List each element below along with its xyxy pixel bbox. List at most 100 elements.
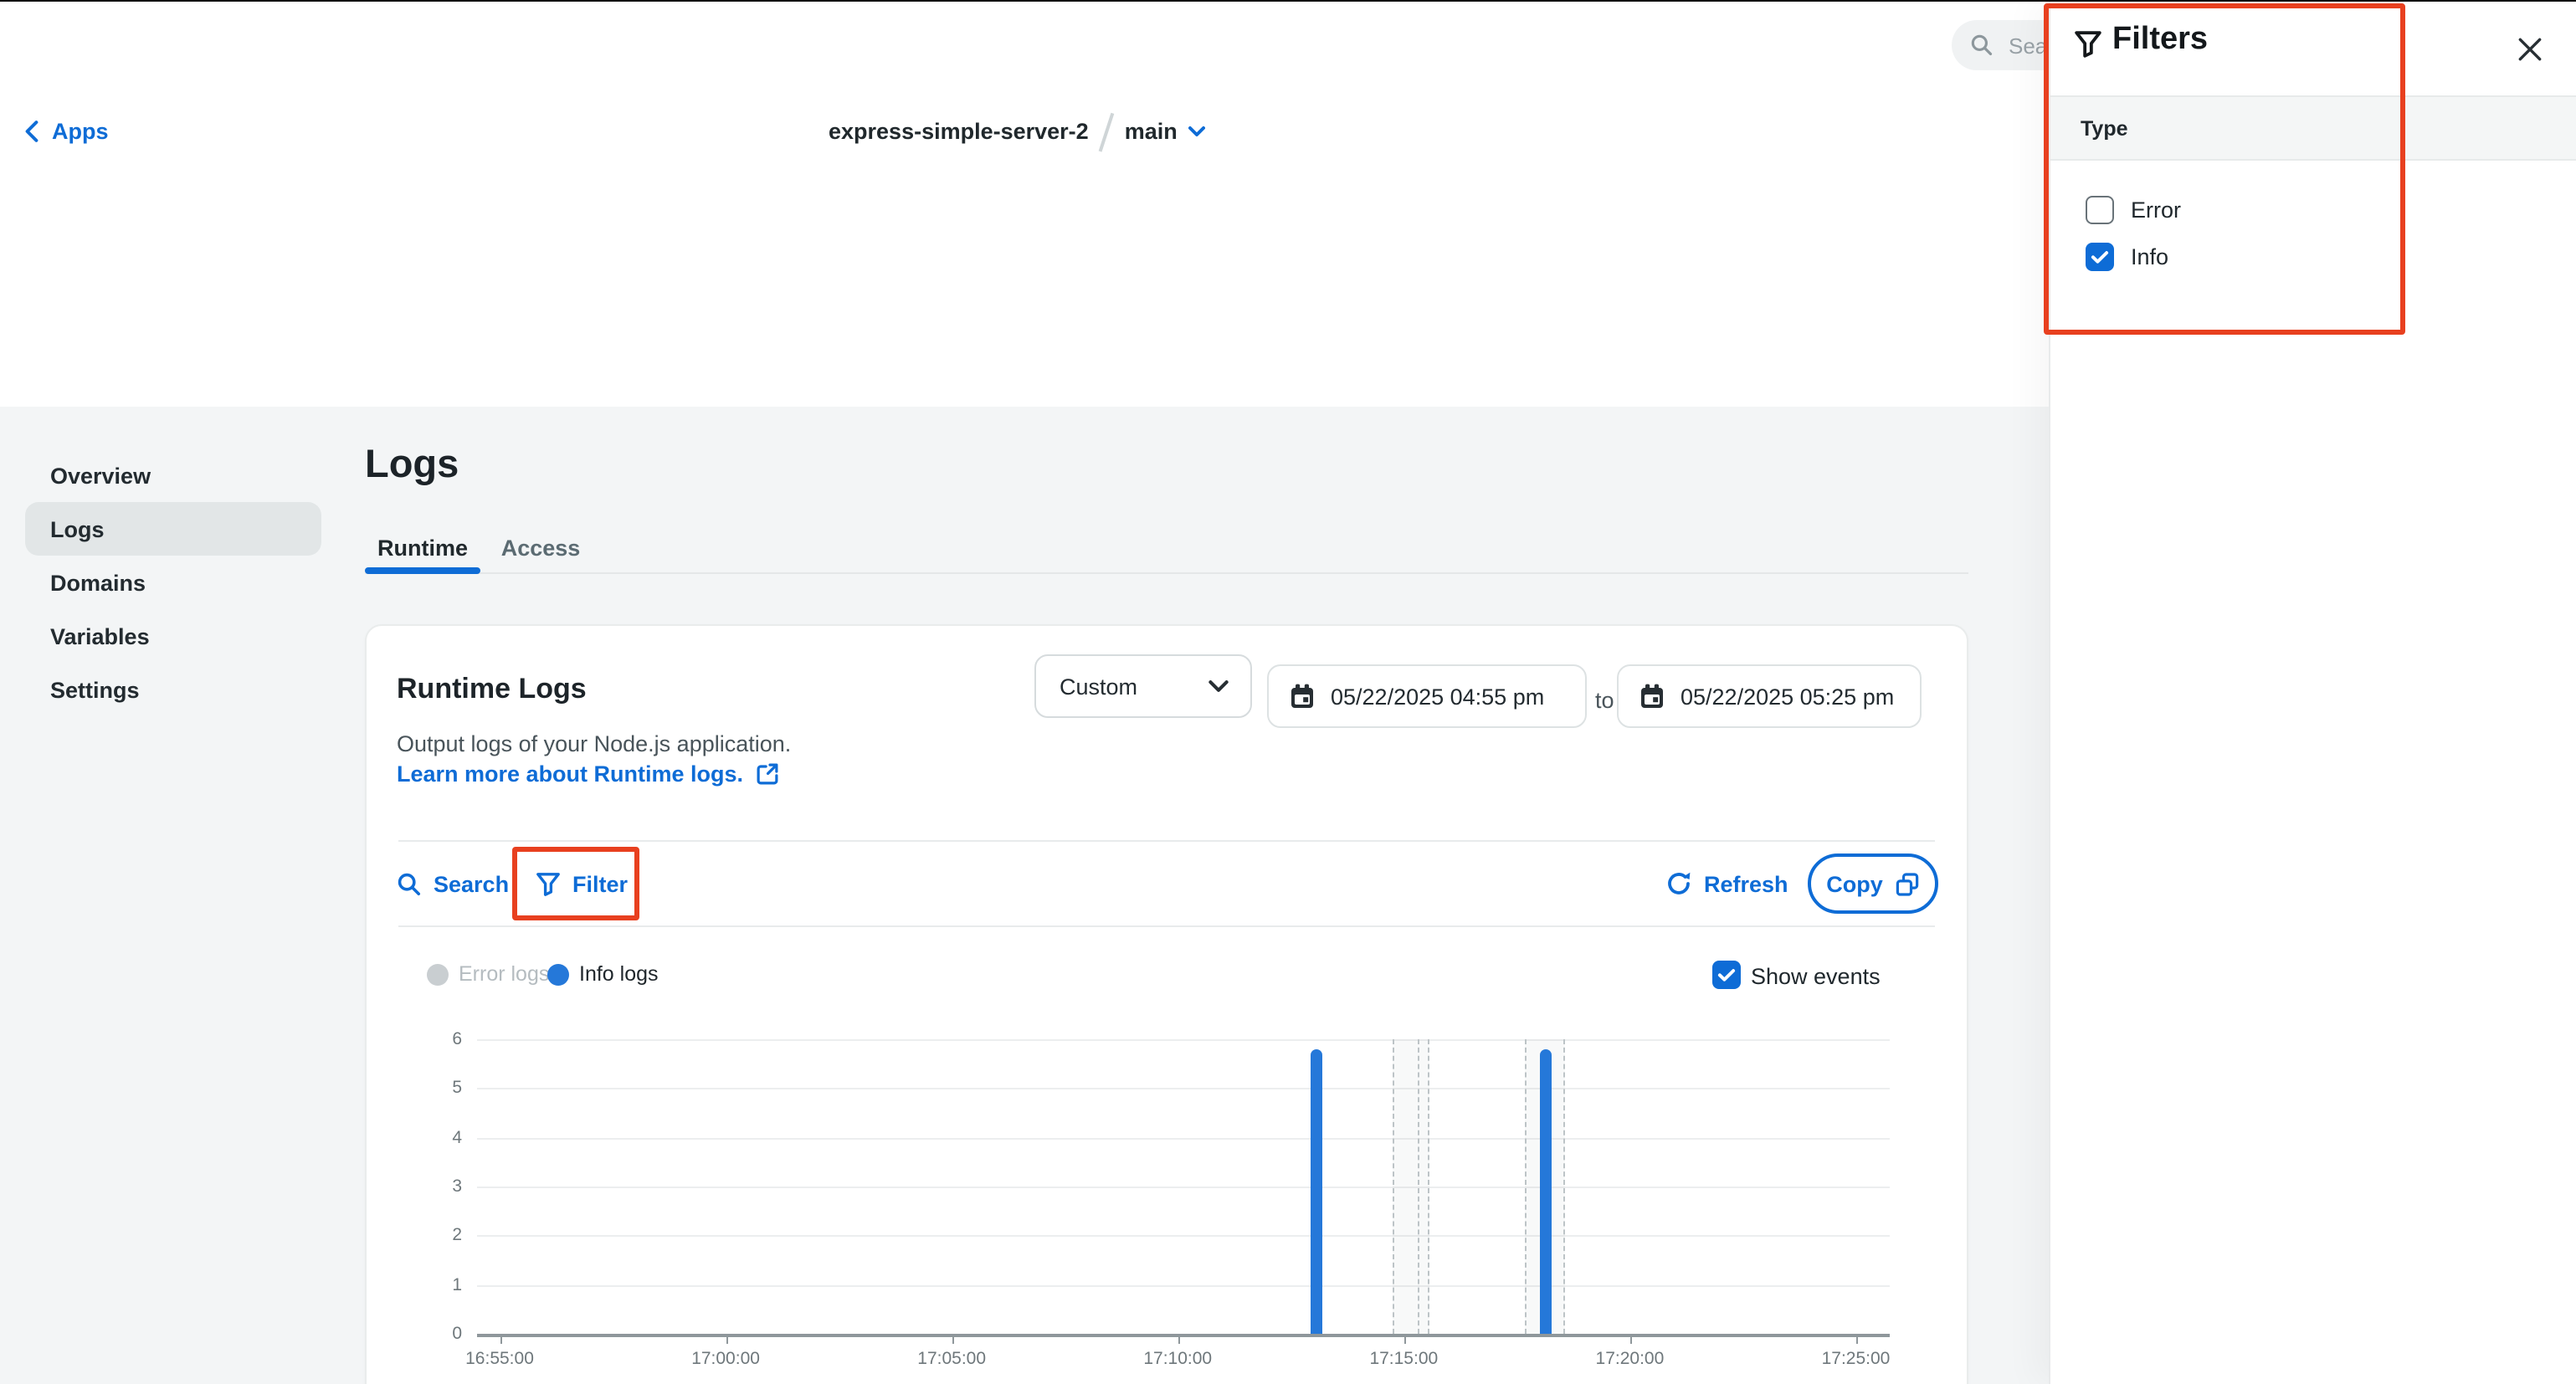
sidebar-item-domains[interactable]: Domains xyxy=(25,556,321,609)
legend-error-dot[interactable] xyxy=(427,964,449,986)
page-title: Logs xyxy=(365,442,459,487)
calendar-icon xyxy=(1639,683,1665,710)
filters-section-title: Type xyxy=(2050,116,2128,140)
search-icon xyxy=(397,871,422,896)
y-axis-tick-label: 1 xyxy=(397,1274,462,1294)
chart-gridline xyxy=(477,1236,1890,1238)
copy-icon xyxy=(1895,871,1920,896)
filter-funnel-icon xyxy=(2074,30,2102,59)
error-checkbox[interactable] xyxy=(2086,196,2114,224)
chevron-down-icon xyxy=(1208,679,1229,693)
chevron-down-icon xyxy=(1189,126,1206,137)
date-to-value: 05/22/2025 05:25 pm xyxy=(1681,684,1894,709)
app-window: Sea Apps express-simple-server-2 main xyxy=(0,0,2576,1384)
filters-section-header: Type xyxy=(2050,95,2576,161)
logs-search-button[interactable]: Search xyxy=(397,867,509,900)
x-axis-tick xyxy=(726,1334,728,1344)
x-axis-line xyxy=(477,1334,1890,1337)
back-to-apps-link[interactable]: Apps xyxy=(25,89,109,174)
legend-info-dot[interactable] xyxy=(547,964,569,986)
card-divider xyxy=(398,840,1935,842)
chart-gridline xyxy=(477,1089,1890,1090)
sidebar-item-variables[interactable]: Variables xyxy=(25,609,321,663)
branch-selector[interactable]: main xyxy=(1125,119,1206,144)
x-axis-tick-label: 17:15:00 xyxy=(1337,1349,1470,1369)
x-axis-tick-label: 17:05:00 xyxy=(885,1349,1019,1369)
chevron-left-icon xyxy=(25,120,38,142)
tabs-divider xyxy=(365,572,1968,574)
sidebar-item-logs[interactable]: Logs xyxy=(25,502,321,556)
filter-button-label: Filter xyxy=(572,871,628,896)
branch-label: main xyxy=(1125,119,1178,144)
breadcrumb-app-name: express-simple-server-2 xyxy=(829,119,1089,144)
sidebar-item-settings[interactable]: Settings xyxy=(25,663,321,716)
error-checkbox-label: Error xyxy=(2131,197,2181,223)
date-from-input[interactable]: 05/22/2025 04:55 pm xyxy=(1267,664,1587,728)
show-events-checkbox[interactable] xyxy=(1712,961,1741,989)
chart-gridline xyxy=(477,1039,1890,1041)
x-axis-tick xyxy=(1855,1334,1858,1344)
y-axis-tick-label: 2 xyxy=(397,1226,462,1246)
screen-top-edge xyxy=(0,0,2576,2)
show-events-label: Show events xyxy=(1751,964,1881,989)
learn-more-label: Learn more about Runtime logs. xyxy=(397,761,743,787)
x-axis-tick-label: 17:20:00 xyxy=(1563,1349,1696,1369)
search-placeholder: Sea xyxy=(2009,33,2047,58)
close-icon[interactable] xyxy=(2512,32,2546,65)
filter-option-info: Info xyxy=(2086,243,2168,271)
event-marker-band xyxy=(1393,1039,1430,1334)
date-from-value: 05/22/2025 04:55 pm xyxy=(1331,684,1544,709)
runtime-logs-chart: 012345616:55:0017:00:0017:05:0017:10:001… xyxy=(397,1012,1920,1384)
y-axis-tick-label: 6 xyxy=(397,1029,462,1049)
filters-panel-title: Filters xyxy=(2112,22,2208,59)
runtime-logs-description: Output logs of your Node.js application. xyxy=(397,731,791,756)
runtime-logs-title: Runtime Logs xyxy=(397,673,587,706)
external-link-icon xyxy=(755,761,780,787)
legend-error-label[interactable]: Error logs xyxy=(459,962,549,986)
calendar-icon xyxy=(1289,683,1316,710)
learn-more-link[interactable]: Learn more about Runtime logs. xyxy=(397,761,780,787)
y-axis-tick-label: 0 xyxy=(397,1324,462,1344)
x-axis-tick-label: 17:10:00 xyxy=(1111,1349,1244,1369)
chart-bar xyxy=(1311,1049,1323,1334)
time-range-selected-value: Custom xyxy=(1060,674,1137,699)
breadcrumb-separator xyxy=(1099,112,1114,151)
chart-gridline xyxy=(477,1137,1890,1139)
x-axis-tick-label: 17:00:00 xyxy=(659,1349,793,1369)
logs-tabs: Runtime Access xyxy=(365,525,579,569)
filter-funnel-icon xyxy=(536,871,561,896)
y-axis-tick-label: 3 xyxy=(397,1176,462,1197)
tab-access[interactable]: Access xyxy=(502,525,579,569)
info-checkbox[interactable] xyxy=(2086,243,2114,271)
time-range-select[interactable]: Custom xyxy=(1034,654,1252,718)
chart-gridline xyxy=(477,1187,1890,1188)
tab-runtime[interactable]: Runtime xyxy=(365,525,480,569)
card-divider xyxy=(398,925,1935,927)
sidebar-item-overview[interactable]: Overview xyxy=(25,449,321,502)
legend-info-label[interactable]: Info logs xyxy=(579,962,659,986)
event-marker-line xyxy=(1418,1039,1419,1334)
x-axis-tick-label: 16:55:00 xyxy=(433,1349,567,1369)
y-axis-tick-label: 4 xyxy=(397,1127,462,1147)
x-axis-tick xyxy=(1629,1334,1632,1344)
environment-sidebar: Overview Logs Domains Variables Settings xyxy=(25,449,321,716)
chart-gridline xyxy=(477,1284,1890,1286)
x-axis-tick xyxy=(500,1334,502,1344)
x-axis-tick xyxy=(952,1334,954,1344)
active-tab-indicator xyxy=(365,567,480,573)
x-axis-tick xyxy=(1178,1334,1180,1344)
filter-option-error: Error xyxy=(2086,196,2181,224)
search-button-label: Search xyxy=(434,871,509,896)
logs-filter-button[interactable]: Filter xyxy=(536,867,628,900)
refresh-button[interactable]: Refresh xyxy=(1665,867,1788,900)
date-range-to-label: to xyxy=(1595,688,1614,713)
back-link-label: Apps xyxy=(52,119,109,144)
refresh-icon xyxy=(1665,870,1692,897)
date-to-input[interactable]: 05/22/2025 05:25 pm xyxy=(1617,664,1922,728)
x-axis-tick xyxy=(1403,1334,1406,1344)
refresh-button-label: Refresh xyxy=(1704,871,1788,896)
info-checkbox-label: Info xyxy=(2131,244,2168,269)
breadcrumb: express-simple-server-2 main xyxy=(829,89,1206,174)
copy-logs-button[interactable]: Copy xyxy=(1808,853,1938,914)
search-icon xyxy=(1970,33,1994,57)
